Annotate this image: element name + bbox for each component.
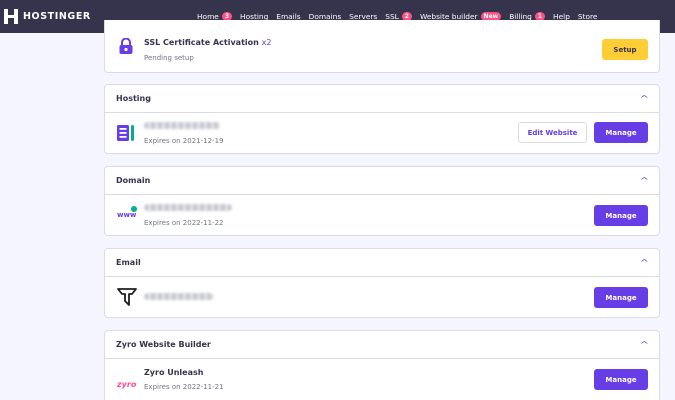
edit-website-button[interactable]: Edit Website [518, 122, 587, 143]
ssl-status: Pending setup [144, 54, 194, 62]
domain-name-redacted [144, 204, 232, 211]
domain-manage-button[interactable]: Manage [594, 205, 648, 226]
lock-icon [119, 37, 133, 54]
ssl-card: SSL Certificate Activation x2 Pending se… [104, 20, 660, 73]
hostinger-logo-icon [4, 9, 18, 24]
hosting-domain-redacted [144, 122, 220, 129]
email-card: Email ^ Manage [104, 248, 660, 318]
www-globe-icon: www [117, 206, 139, 224]
domain-card-title: Domain [116, 176, 151, 185]
chevron-up-icon[interactable]: ^ [640, 176, 649, 185]
zyro-manage-button[interactable]: Manage [594, 369, 648, 390]
email-card-header[interactable]: Email ^ [105, 249, 659, 277]
zyro-card: Zyro Website Builder ^ zyro Zyro Unleash… [104, 330, 660, 400]
domain-card: Domain ^ www Expires on 2022-11-22 Manag… [104, 166, 660, 236]
zyro-card-header[interactable]: Zyro Website Builder ^ [105, 331, 659, 359]
server-icon [117, 124, 135, 142]
hosting-manage-button[interactable]: Manage [594, 122, 648, 143]
zyro-plan-name: Zyro Unleash [144, 368, 204, 377]
email-card-title: Email [116, 258, 141, 267]
email-address-redacted [144, 293, 214, 300]
hosting-expiry: Expires on 2021-12-19 [144, 137, 224, 145]
email-brand-icon [117, 287, 137, 307]
zyro-expiry: Expires on 2022-11-21 [144, 383, 224, 391]
hosting-card-title: Hosting [116, 94, 151, 103]
email-manage-button[interactable]: Manage [594, 287, 648, 308]
domain-expiry: Expires on 2022-11-22 [144, 219, 224, 227]
hostinger-logo[interactable]: HOSTINGER [4, 9, 91, 24]
ssl-name: SSL Certificate Activation x2 [144, 38, 272, 47]
chevron-up-icon[interactable]: ^ [640, 340, 649, 349]
hosting-card-header[interactable]: Hosting ^ [105, 85, 659, 113]
hosting-card: Hosting ^ Expires on 2021-12-19 Edit Web… [104, 84, 660, 154]
setup-button[interactable]: Setup [602, 39, 648, 60]
chevron-up-icon[interactable]: ^ [640, 94, 649, 103]
chevron-up-icon[interactable]: ^ [640, 258, 649, 267]
domain-card-header[interactable]: Domain ^ [105, 167, 659, 195]
zyro-card-title: Zyro Website Builder [116, 340, 211, 349]
brand-name: HOSTINGER [23, 11, 91, 22]
zyro-logo-icon: zyro [117, 380, 137, 389]
ssl-multiplier: x2 [261, 38, 272, 47]
